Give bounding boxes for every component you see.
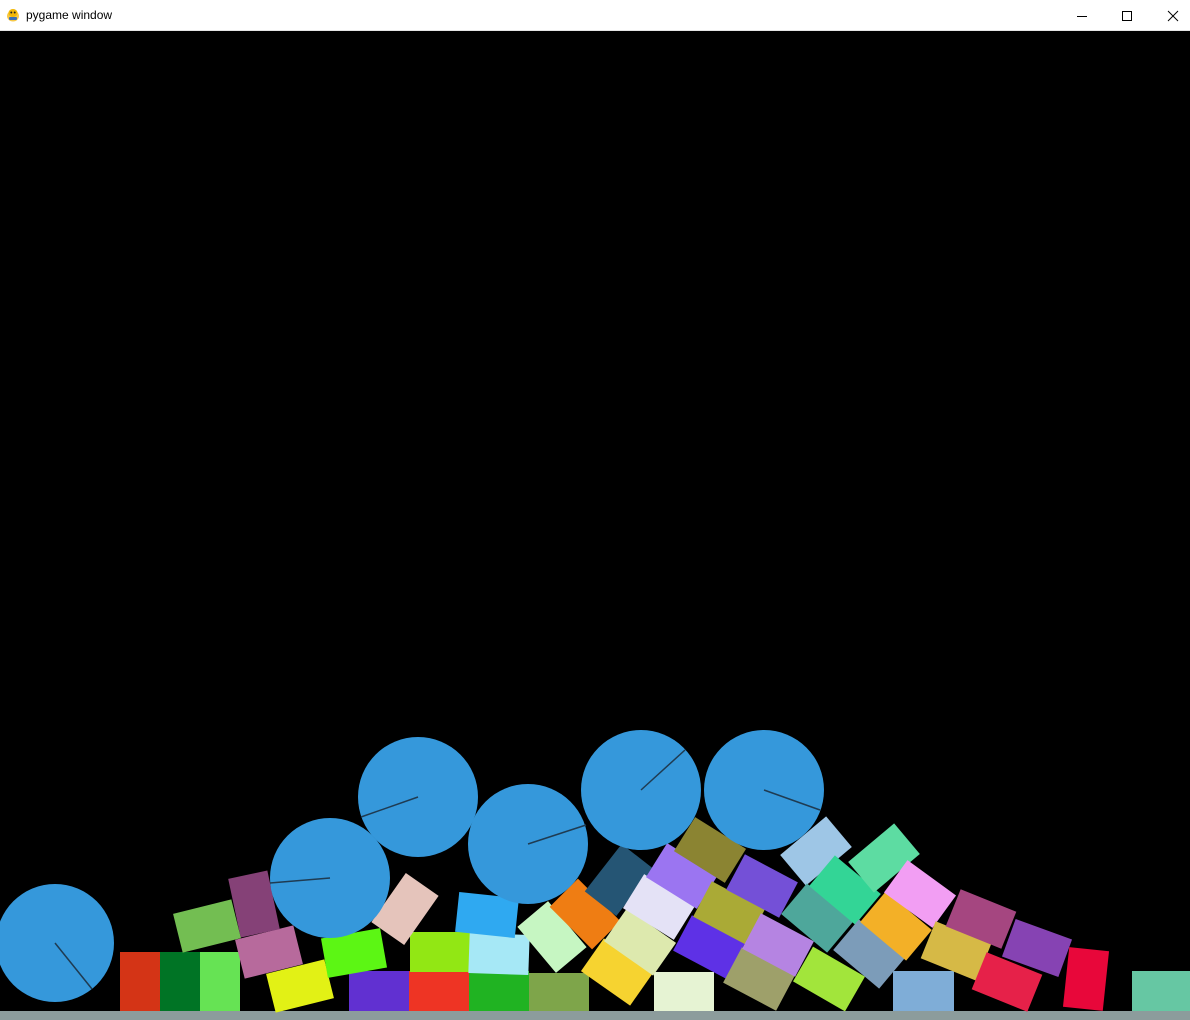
pygame-snake-icon	[7, 9, 19, 22]
pygame-window: pygame window	[0, 0, 1190, 1020]
physics-ball	[358, 737, 478, 857]
physics-ball	[0, 884, 114, 1002]
maximize-icon	[1122, 10, 1132, 21]
window-title: pygame window	[26, 8, 113, 22]
close-icon	[1167, 10, 1179, 21]
physics-box	[409, 971, 469, 1011]
physics-ball	[704, 730, 824, 850]
physics-box	[410, 932, 470, 972]
physics-box	[469, 971, 529, 1011]
physics-box	[160, 952, 200, 1011]
minimize-icon	[1077, 15, 1087, 17]
physics-box	[893, 971, 954, 1011]
close-button[interactable]	[1150, 0, 1190, 31]
physics-box	[468, 932, 530, 976]
physics-ball	[468, 784, 588, 904]
title-bar[interactable]: pygame window	[0, 0, 1190, 31]
minimize-button[interactable]	[1059, 0, 1105, 31]
physics-box	[120, 952, 160, 1011]
physics-ball	[581, 730, 701, 850]
physics-box	[173, 899, 241, 953]
physics-ball	[269, 818, 390, 938]
ground-segment	[0, 1011, 1190, 1020]
physics-box	[1062, 947, 1110, 1011]
maximize-button[interactable]	[1104, 0, 1150, 31]
physics-box	[349, 971, 409, 1011]
physics-box	[1132, 971, 1190, 1011]
physics-box	[654, 972, 714, 1011]
game-canvas[interactable]	[0, 31, 1190, 1020]
physics-scene	[0, 730, 1190, 1020]
physics-box	[200, 952, 240, 1011]
physics-box	[529, 973, 589, 1011]
